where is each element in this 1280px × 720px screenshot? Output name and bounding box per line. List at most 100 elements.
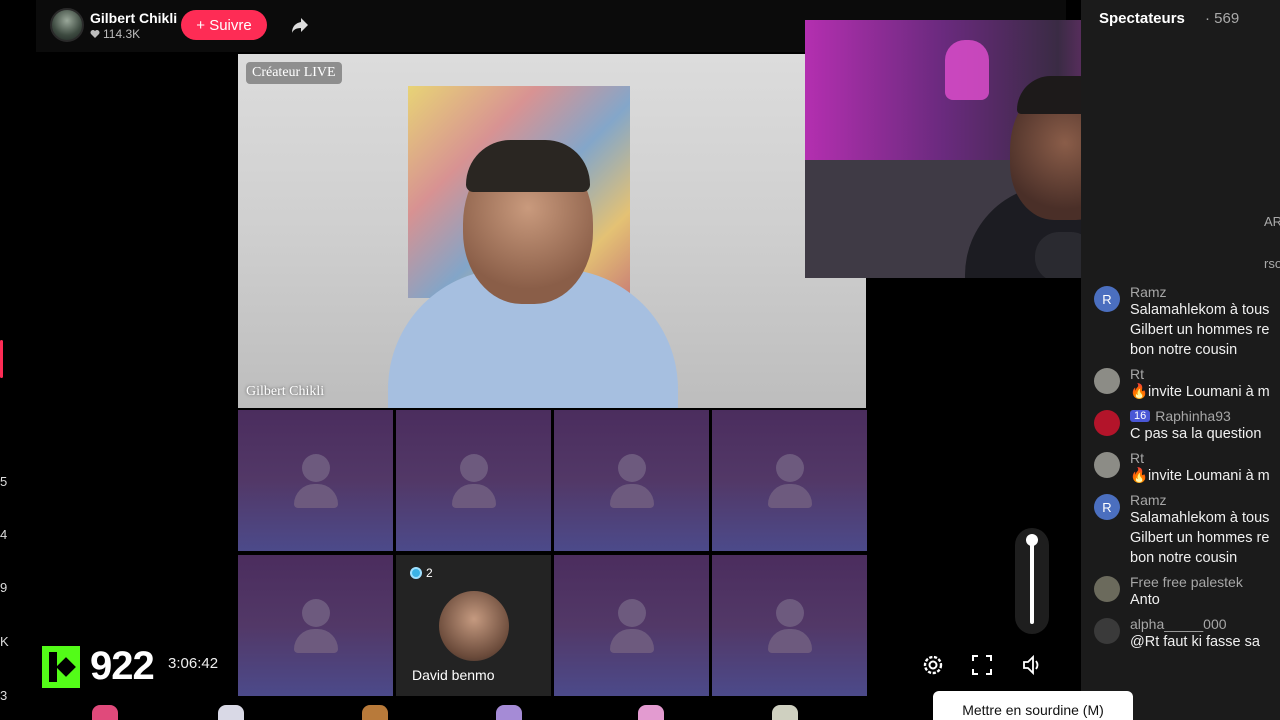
heart-icon xyxy=(90,30,100,38)
fullscreen-icon[interactable] xyxy=(969,652,995,678)
chat-message[interactable]: Free free palestek Anto xyxy=(1094,574,1280,610)
user-placeholder-icon xyxy=(776,599,804,627)
chat-text: Salamahlekom à tous xyxy=(1130,302,1270,318)
left-rank-1: 5 xyxy=(0,474,8,489)
user-placeholder-icon xyxy=(776,454,804,482)
user-placeholder-icon xyxy=(302,599,330,627)
chat-text: Gilbert un hommes re xyxy=(1130,530,1270,546)
guest-slot-empty[interactable] xyxy=(396,410,551,551)
user-placeholder-body xyxy=(610,629,654,653)
user-placeholder-body xyxy=(294,484,338,508)
diamond-icon xyxy=(410,567,422,579)
chat-text: Salamahlekom à tous xyxy=(1130,510,1270,526)
gift-icon[interactable] xyxy=(218,705,244,720)
chat-text: Gilbert un hommes re xyxy=(1130,322,1270,338)
likes-count: 114.3K xyxy=(103,27,141,41)
host-avatar[interactable] xyxy=(50,8,84,42)
left-rank-4: K xyxy=(0,634,9,649)
chat-message[interactable]: Rt 🔥invite Loumani à m xyxy=(1094,450,1280,486)
chat-avatar: R xyxy=(1094,286,1120,312)
chat-username: Free free palestek xyxy=(1130,574,1243,590)
volume-slider[interactable] xyxy=(1015,528,1049,634)
user-placeholder-icon xyxy=(302,454,330,482)
stream-timer: 3:06:42 xyxy=(168,655,219,672)
user-placeholder-icon xyxy=(618,599,646,627)
kick-score-overlay: 922 xyxy=(42,644,155,689)
share-icon[interactable] xyxy=(290,15,310,35)
guest-slot-empty[interactable] xyxy=(238,555,393,696)
peek-text: AR xyxy=(1264,214,1280,229)
volume-fill xyxy=(1030,538,1034,624)
chat-list: R Ramz Salamahlekom à tous Gilbert un ho… xyxy=(1094,284,1280,658)
creator-live-badge: Créateur LIVE xyxy=(246,62,342,84)
chat-avatar xyxy=(1094,618,1120,644)
level-badge: 16 xyxy=(1130,410,1151,422)
gear-icon[interactable] xyxy=(920,652,946,678)
chat-message[interactable]: Rt 🔥invite Loumani à m xyxy=(1094,366,1280,402)
left-indicator xyxy=(0,340,3,378)
chat-text: 🔥invite Loumani à m xyxy=(1130,384,1270,400)
chat-message[interactable]: R Ramz Salamahlekom à tous Gilbert un ho… xyxy=(1094,492,1280,568)
chat-message[interactable]: R Ramz Salamahlekom à tous Gilbert un ho… xyxy=(1094,284,1280,360)
volume-knob[interactable] xyxy=(1026,534,1038,546)
guest-slot-empty[interactable] xyxy=(712,555,867,696)
main-video-caption: Gilbert Chikli xyxy=(246,384,325,399)
chat-username: alpha_____000 xyxy=(1130,616,1227,632)
guest-slot-empty[interactable] xyxy=(554,410,709,551)
gift-icon[interactable] xyxy=(772,705,798,720)
guest-badge-count: 2 xyxy=(426,566,433,580)
guest-slot-empty[interactable] xyxy=(238,410,393,551)
chat-text: 🔥invite Loumani à m xyxy=(1130,468,1270,484)
host-name[interactable]: Gilbert Chikli xyxy=(90,10,177,26)
chat-avatar xyxy=(1094,410,1120,436)
chat-avatar xyxy=(1094,452,1120,478)
chat-text: C pas sa la question xyxy=(1130,426,1262,442)
chat-avatar xyxy=(1094,368,1120,394)
guest-slot-occupied[interactable]: 2 David benmo xyxy=(396,555,551,696)
guest-badge: 2 xyxy=(410,566,433,580)
left-rank-5: 3 xyxy=(0,688,8,703)
chat-text: bon notre cousin xyxy=(1130,342,1238,358)
user-placeholder-body xyxy=(768,484,812,508)
left-rank-2: 4 xyxy=(0,527,8,542)
left-rank-3: 9 xyxy=(0,580,8,595)
gift-icon[interactable] xyxy=(496,705,522,720)
kick-logo-icon xyxy=(42,645,80,688)
user-placeholder-icon xyxy=(460,454,488,482)
chat-username: 16 Raphinha93 xyxy=(1130,408,1280,424)
follow-button[interactable]: + Suivre xyxy=(181,10,267,40)
guest-avatar xyxy=(439,591,509,661)
chat-text: @Rt faut ki fasse sa xyxy=(1130,634,1260,650)
chat-message[interactable]: alpha_____000 @Rt faut ki fasse sa xyxy=(1094,616,1280,652)
chat-username-text: Raphinha93 xyxy=(1155,408,1231,424)
main-video[interactable]: Créateur LIVE Gilbert Chikli xyxy=(238,54,866,408)
chat-username: Ramz xyxy=(1130,284,1167,300)
guest-name: David benmo xyxy=(412,667,495,683)
guest-grid: 2 David benmo xyxy=(238,410,867,696)
user-placeholder-body xyxy=(610,484,654,508)
gift-icon[interactable] xyxy=(638,705,664,720)
gift-icon[interactable] xyxy=(362,705,388,720)
host-hair xyxy=(466,140,590,192)
gift-rose-icon[interactable] xyxy=(92,705,118,720)
host-likes: 114.3K xyxy=(90,27,140,41)
chat-message[interactable]: 16 Raphinha93 C pas sa la question xyxy=(1094,408,1280,444)
chat-username: Ramz xyxy=(1130,492,1167,508)
chat-username: Rt xyxy=(1130,366,1144,382)
spectators-title[interactable]: Spectateurs xyxy=(1099,10,1185,27)
speaker-icon[interactable] xyxy=(1020,652,1046,678)
gift-bar xyxy=(40,698,1080,720)
chat-avatar: R xyxy=(1094,494,1120,520)
user-placeholder-body xyxy=(294,629,338,653)
user-placeholder-body xyxy=(768,629,812,653)
user-placeholder-icon xyxy=(618,454,646,482)
spectators-count: · 569 xyxy=(1205,10,1240,27)
score-value: 922 xyxy=(90,644,155,688)
neon-logo xyxy=(945,40,989,100)
guest-slot-empty[interactable] xyxy=(712,410,867,551)
peek-text: rso xyxy=(1264,256,1280,271)
user-placeholder-body xyxy=(452,484,496,508)
chat-text: bon notre cousin xyxy=(1130,550,1238,566)
guest-slot-empty[interactable] xyxy=(554,555,709,696)
chat-username: Rt xyxy=(1130,450,1144,466)
